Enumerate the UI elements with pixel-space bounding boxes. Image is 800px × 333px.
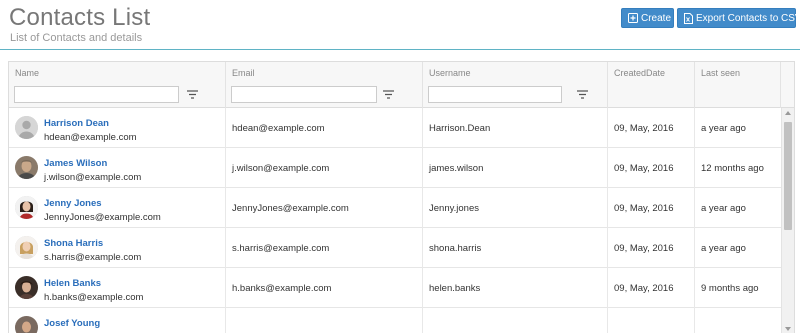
header-scroll-spacer xyxy=(781,62,794,108)
username-cell: shona.harris xyxy=(423,228,608,268)
table-row[interactable]: James Wilson j.wilson@example.com j.wils… xyxy=(9,148,781,188)
name-cell: Jenny Jones JennyJones@example.com xyxy=(9,188,226,228)
create-button[interactable]: Create xyxy=(621,8,674,28)
contact-email: s.harris@example.com xyxy=(44,252,142,263)
last-seen-cell: a year ago xyxy=(701,203,746,214)
column-header-name[interactable]: Name xyxy=(9,62,226,108)
column-label-username: Username xyxy=(429,68,471,78)
file-excel-icon xyxy=(684,12,693,24)
column-header-email[interactable]: Email xyxy=(226,62,423,108)
email-cell: h.banks@example.com xyxy=(226,268,423,308)
contact-name-link[interactable]: James Wilson xyxy=(44,158,107,169)
contact-email: j.wilson@example.com xyxy=(44,172,142,183)
created-date-cell: 09, May, 2016 xyxy=(608,228,695,268)
username-cell xyxy=(423,308,608,333)
last-seen-cell: a year ago xyxy=(701,123,746,134)
avatar xyxy=(15,116,38,139)
filter-lines-icon[interactable] xyxy=(187,90,198,99)
scrollbar-thumb[interactable] xyxy=(784,122,792,230)
contact-email: hdean@example.com xyxy=(44,132,137,143)
contact-name-link[interactable]: Helen Banks xyxy=(44,278,101,289)
grid-header: Name Email Username CreatedDate Last see… xyxy=(9,62,794,108)
table-row[interactable]: Shona Harris s.harris@example.com s.harr… xyxy=(9,228,781,268)
name-cell: Harrison Dean hdean@example.com xyxy=(9,108,226,148)
vertical-scrollbar[interactable] xyxy=(781,108,794,333)
created-date-cell xyxy=(608,308,695,333)
name-filter-input[interactable] xyxy=(14,86,179,103)
last-seen-cell: 9 months ago xyxy=(701,283,759,294)
created-date-cell: 09, May, 2016 xyxy=(608,108,695,148)
create-button-label: Create xyxy=(641,12,672,24)
username-filter-input[interactable] xyxy=(428,86,562,103)
avatar xyxy=(15,276,38,299)
filter-lines-icon[interactable] xyxy=(383,90,394,99)
email-cell: JennyJones@example.com xyxy=(226,188,423,228)
page-subtitle: List of Contacts and details xyxy=(10,32,143,44)
username-cell: Harrison.Dean xyxy=(423,108,608,148)
column-label-name: Name xyxy=(15,68,40,78)
contact-email: JennyJones@example.com xyxy=(44,212,161,223)
last-seen-cell: 12 months ago xyxy=(701,163,764,174)
export-csv-button-label: Export Contacts to CSV xyxy=(696,12,800,24)
column-header-created[interactable]: CreatedDate xyxy=(608,62,695,108)
contact-name-link[interactable]: Jenny Jones xyxy=(44,198,102,209)
username-cell: helen.banks xyxy=(423,268,608,308)
username-cell: Jenny.jones xyxy=(423,188,608,228)
scroll-up-arrow-icon[interactable] xyxy=(785,111,791,115)
plus-square-icon xyxy=(628,13,638,23)
page-header: Contacts List List of Contacts and detai… xyxy=(0,0,800,50)
name-cell: Shona Harris s.harris@example.com xyxy=(9,228,226,268)
table-row[interactable]: Josef Young xyxy=(9,308,781,333)
contact-name-link[interactable]: Josef Young xyxy=(44,318,100,329)
table-row[interactable]: Harrison Dean hdean@example.com hdean@ex… xyxy=(9,108,781,148)
page-title: Contacts List xyxy=(9,4,151,31)
table-row[interactable]: Jenny Jones JennyJones@example.com Jenny… xyxy=(9,188,781,228)
scroll-down-arrow-icon[interactable] xyxy=(785,327,791,331)
column-label-last-seen: Last seen xyxy=(701,68,741,78)
grid-body: Harrison Dean hdean@example.com hdean@ex… xyxy=(9,108,781,333)
email-cell: hdean@example.com xyxy=(226,108,423,148)
avatar xyxy=(15,196,38,219)
email-cell xyxy=(226,308,423,333)
created-date-cell: 09, May, 2016 xyxy=(608,148,695,188)
name-cell: James Wilson j.wilson@example.com xyxy=(9,148,226,188)
column-header-username[interactable]: Username xyxy=(423,62,608,108)
avatar xyxy=(15,236,38,259)
email-cell: s.harris@example.com xyxy=(226,228,423,268)
avatar xyxy=(15,156,38,179)
column-header-last-seen[interactable]: Last seen xyxy=(695,62,781,108)
contact-email: h.banks@example.com xyxy=(44,292,144,303)
export-csv-button[interactable]: Export Contacts to CSV xyxy=(677,8,800,28)
header-divider xyxy=(0,49,800,50)
contacts-grid: Name Email Username CreatedDate Last see… xyxy=(8,61,795,333)
avatar xyxy=(15,316,38,333)
filter-lines-icon[interactable] xyxy=(577,90,588,99)
created-date-cell: 09, May, 2016 xyxy=(608,188,695,228)
email-cell: j.wilson@example.com xyxy=(226,148,423,188)
created-date-cell: 09, May, 2016 xyxy=(608,268,695,308)
column-label-created: CreatedDate xyxy=(614,68,666,78)
table-row[interactable]: Helen Banks h.banks@example.com h.banks@… xyxy=(9,268,781,308)
contact-name-link[interactable]: Harrison Dean xyxy=(44,118,109,129)
contact-name-link[interactable]: Shona Harris xyxy=(44,238,103,249)
last-seen-cell: a year ago xyxy=(701,243,746,254)
email-filter-input[interactable] xyxy=(231,86,377,103)
column-label-email: Email xyxy=(232,68,255,78)
last-seen-cell xyxy=(695,308,781,333)
name-cell: Josef Young xyxy=(9,308,226,333)
username-cell: james.wilson xyxy=(423,148,608,188)
name-cell: Helen Banks h.banks@example.com xyxy=(9,268,226,308)
